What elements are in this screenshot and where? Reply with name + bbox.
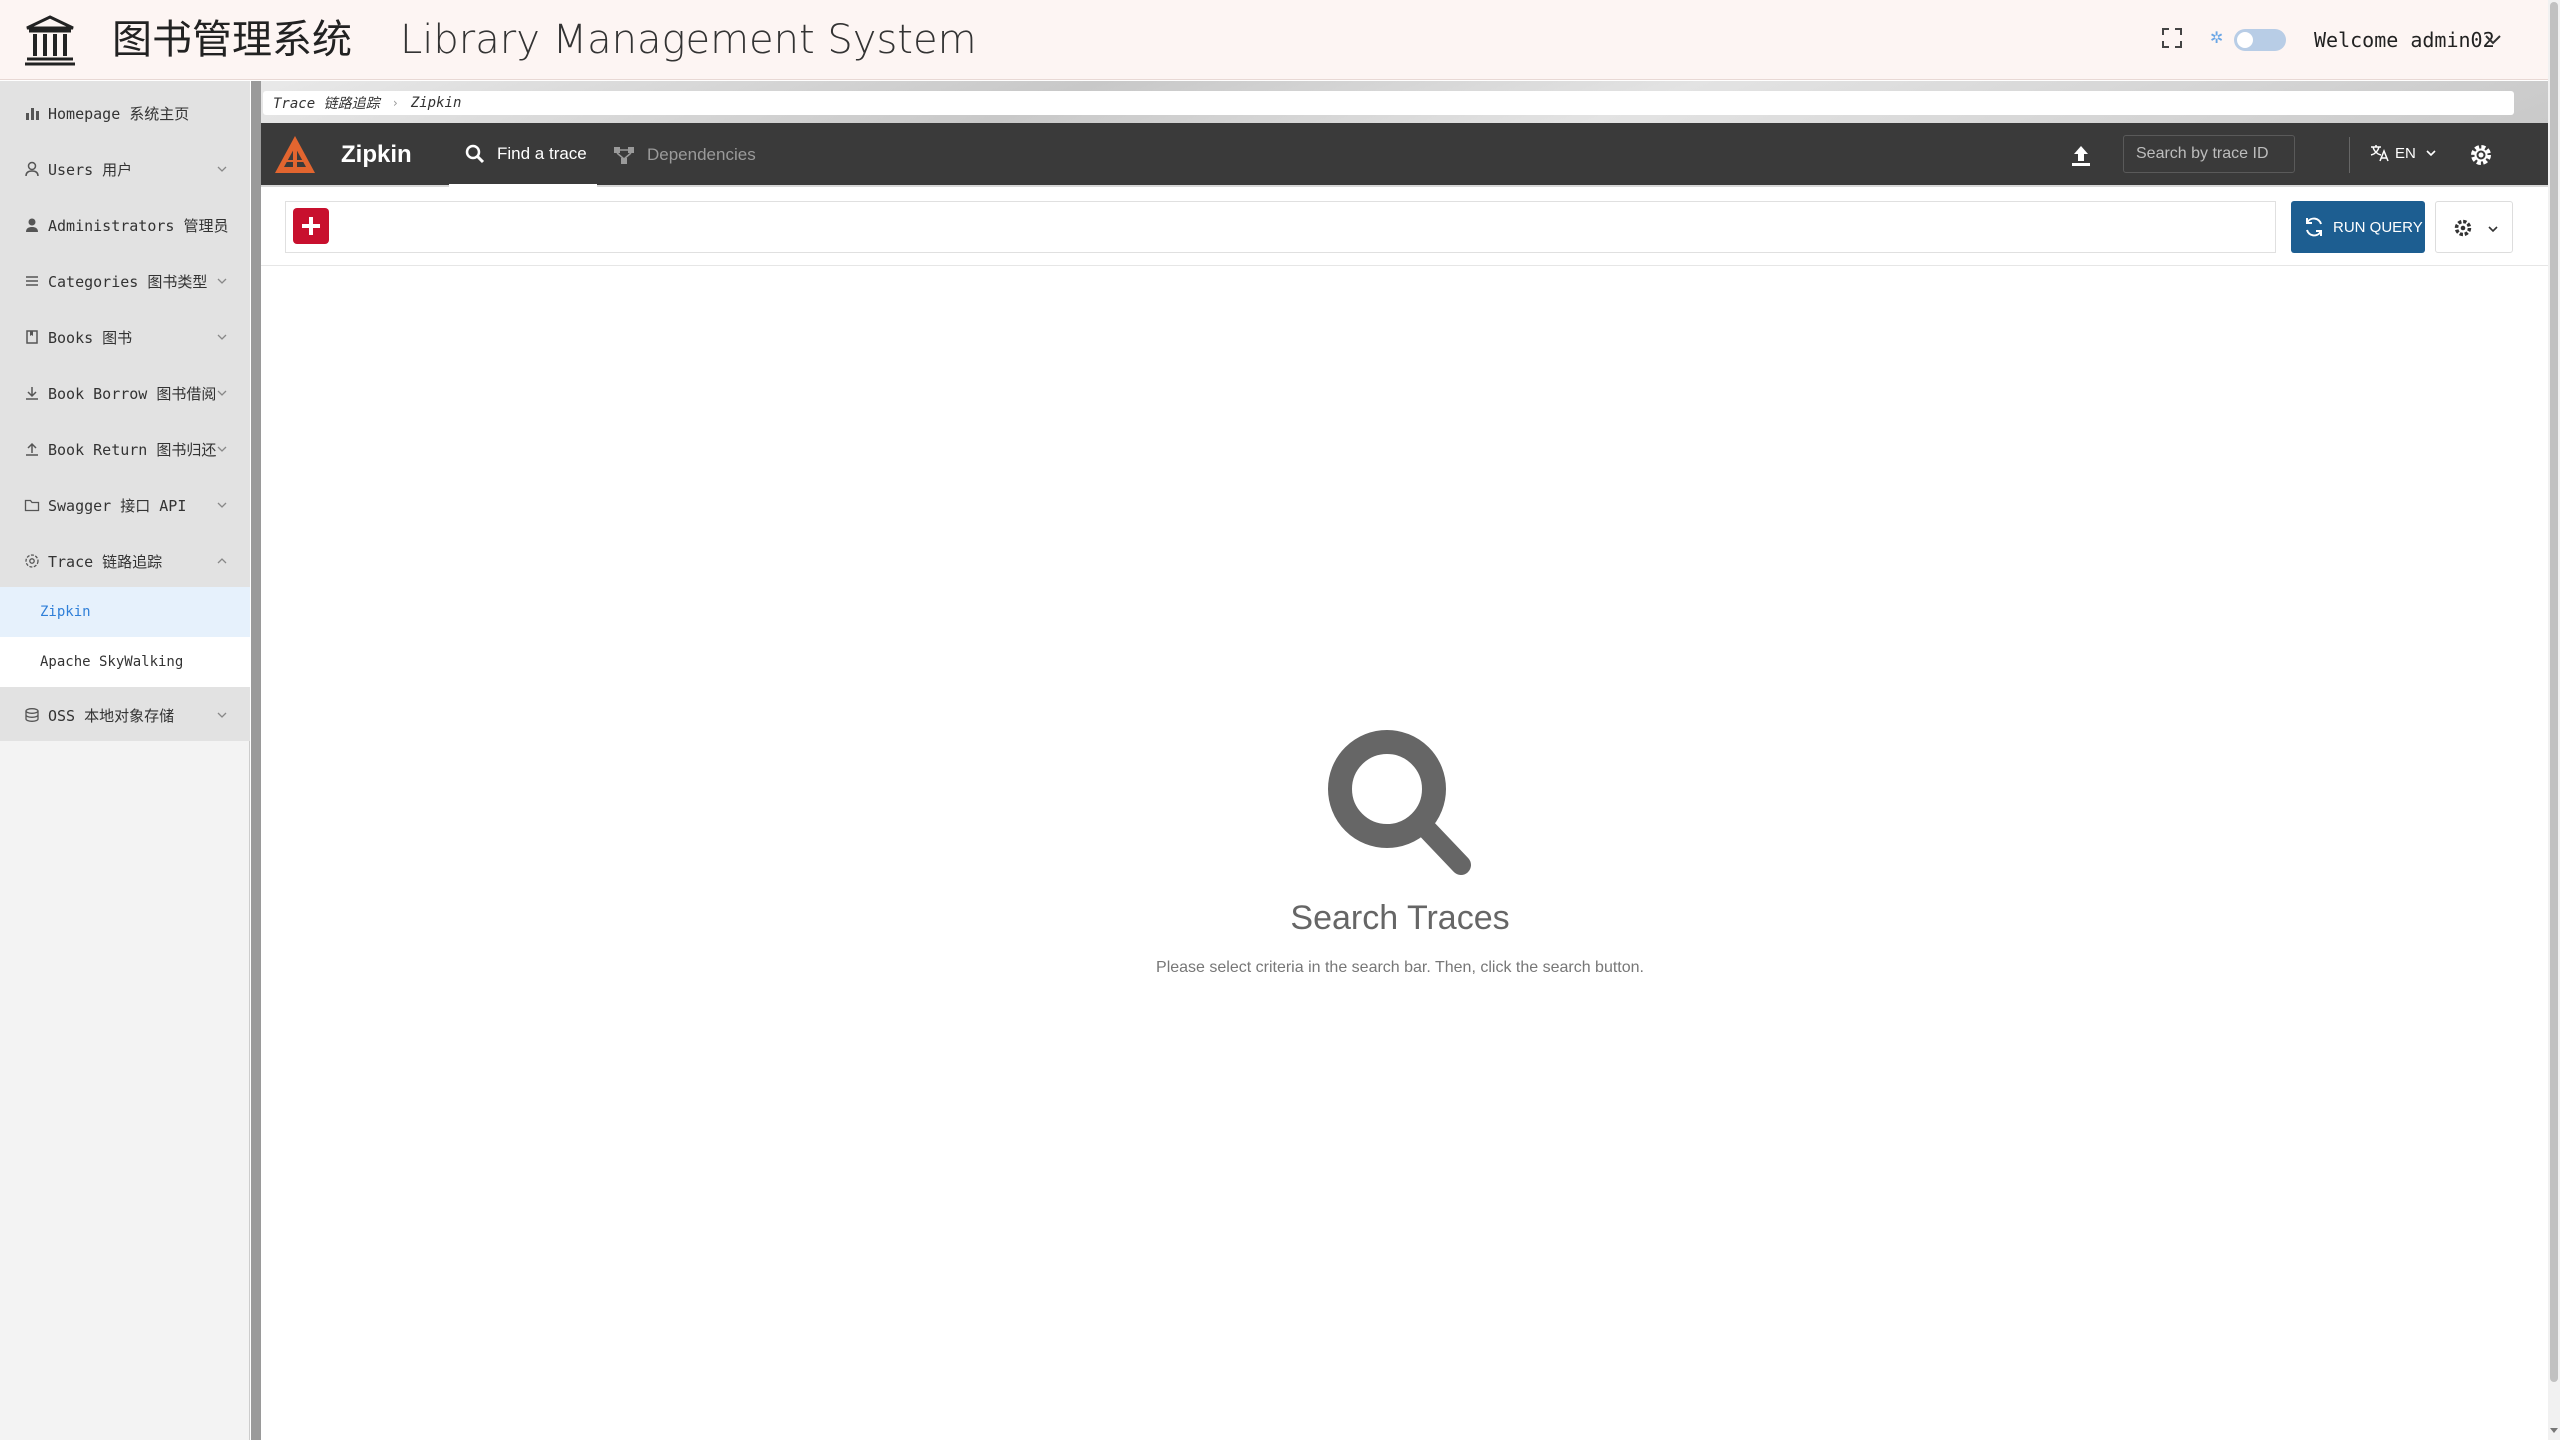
- sidebar-item-label: Trace 链路追踪: [48, 552, 163, 571]
- tab-label: Find a trace: [497, 143, 587, 163]
- breadcrumb: Trace 链路追踪 › Zipkin: [263, 91, 2514, 115]
- sidebar-item-label: Book Return 图书归还: [48, 440, 217, 459]
- add-criteria-button[interactable]: [293, 208, 329, 244]
- sidebar: Homepage 系统主页 Users 用户 Administrators 管理…: [0, 81, 250, 1440]
- chevron-down-icon: [217, 390, 227, 396]
- zipkin-brand[interactable]: Zipkin: [341, 139, 412, 171]
- fullscreen-icon[interactable]: [2160, 26, 2184, 50]
- sidebar-item-label: Swagger 接口 API: [48, 496, 187, 515]
- app-title-english: Library Management System: [400, 17, 977, 63]
- sun-icon: ✲: [2210, 28, 2224, 47]
- sidebar-item-label: Books 图书: [48, 328, 133, 347]
- database-icon: [25, 708, 39, 722]
- tabs-strip: Trace 链路追踪 › Zipkin: [261, 81, 2548, 123]
- sidebar-item-label: OSS 本地对象存储: [48, 706, 175, 725]
- sidebar-resize-gutter: [251, 81, 261, 1440]
- book-icon: [26, 330, 38, 344]
- chevron-up-icon: [217, 558, 227, 564]
- zipkin-logo-icon: [275, 136, 315, 173]
- plus-icon: [302, 217, 320, 235]
- user-icon: [25, 161, 39, 177]
- chevron-down-icon: [217, 278, 227, 284]
- chevron-down-icon: [217, 222, 227, 228]
- welcome-user-menu[interactable]: Welcome admin02: [2314, 24, 2495, 56]
- tab-dependencies[interactable]: Dependencies: [611, 123, 771, 187]
- sidebar-item-label: Book Borrow 图书借阅: [48, 384, 217, 403]
- main-content: Trace 链路追踪 › Zipkin Zipkin Find a trace …: [261, 81, 2548, 1440]
- settings-icon: [25, 554, 39, 568]
- app-title-chinese: 图书管理系统: [112, 17, 352, 63]
- admin-user-icon: [26, 218, 38, 232]
- page-scrollbar[interactable]: [2548, 0, 2560, 1440]
- scrollbar-thumb[interactable]: [2550, 2, 2558, 1382]
- gear-icon: [2454, 219, 2472, 237]
- breadcrumb-item-trace[interactable]: Trace 链路追踪: [273, 93, 380, 113]
- sidebar-item-users[interactable]: Users 用户: [0, 141, 250, 197]
- app-header: 图书管理系统 Library Management System ✲ Welco…: [0, 0, 2548, 80]
- sidebar-item-books[interactable]: Books 图书: [0, 309, 250, 365]
- tab-label: Dependencies: [647, 145, 756, 164]
- zipkin-navbar: Zipkin Find a trace Dependencies EN: [261, 123, 2548, 187]
- theme-toggle[interactable]: [2234, 29, 2286, 51]
- tab-find-a-trace[interactable]: Find a trace: [449, 123, 597, 187]
- settings-gear-icon[interactable]: [2467, 141, 2495, 169]
- sidebar-item-homepage[interactable]: Homepage 系统主页: [0, 85, 250, 141]
- sidebar-subitem-zipkin[interactable]: Zipkin: [0, 587, 250, 637]
- toggle-knob: [2237, 32, 2253, 48]
- bar-chart-icon: [26, 108, 39, 120]
- chevron-down-icon: [217, 502, 227, 508]
- search-icon: [1328, 730, 1471, 875]
- sidebar-item-oss[interactable]: OSS 本地对象存储: [0, 687, 250, 743]
- sidebar-item-label: Homepage 系统主页: [48, 104, 190, 123]
- query-bar-divider: [261, 265, 2548, 266]
- scroll-down-arrow-icon[interactable]: [2548, 1424, 2560, 1436]
- refresh-icon: [2306, 217, 2322, 237]
- sidebar-item-book-return[interactable]: Book Return 图书归还: [0, 421, 250, 477]
- sidebar-subitem-label: Zipkin: [40, 604, 91, 620]
- sidebar-item-label: Users 用户: [48, 160, 133, 179]
- search-icon: [465, 144, 485, 163]
- run-query-label: RUN QUERY: [2333, 218, 2423, 236]
- breadcrumb-item-zipkin: Zipkin: [410, 95, 462, 111]
- download-icon: [26, 387, 38, 400]
- sidebar-subitem-label: Apache SkyWalking: [40, 654, 184, 670]
- empty-state-title: Search Traces: [1290, 899, 1510, 937]
- list-icon: [26, 276, 38, 286]
- folder-icon: [24, 499, 40, 512]
- query-settings-dropdown[interactable]: [2435, 201, 2513, 253]
- breadcrumb-separator-icon: ›: [391, 96, 399, 110]
- translate-icon: [2370, 145, 2389, 162]
- chevron-down-icon: [217, 712, 227, 718]
- chevron-down-icon: [2488, 226, 2498, 233]
- sidebar-subitem-skywalking[interactable]: Apache SkyWalking: [0, 637, 250, 687]
- sidebar-item-categories[interactable]: Categories 图书类型: [0, 253, 250, 309]
- sidebar-item-swagger[interactable]: Swagger 接口 API: [0, 477, 250, 533]
- chevron-down-icon: [217, 446, 227, 452]
- chevron-down-icon[interactable]: [2482, 28, 2504, 50]
- sidebar-item-book-borrow[interactable]: Book Borrow 图书借阅: [0, 365, 250, 421]
- language-label: EN: [2395, 144, 2416, 162]
- sidebar-item-trace[interactable]: Trace 链路追踪: [0, 533, 250, 589]
- chevron-down-icon: [217, 166, 227, 172]
- dependencies-icon: [614, 147, 634, 164]
- query-criteria-bar[interactable]: [285, 201, 2276, 253]
- chevron-down-icon: [2426, 150, 2436, 157]
- empty-state-subtitle: Please select criteria in the search bar…: [1156, 959, 1644, 976]
- upload-icon: [26, 442, 38, 456]
- sidebar-item-label: Administrators 管理员: [48, 216, 229, 235]
- sidebar-item-administrators[interactable]: Administrators 管理员: [0, 197, 250, 253]
- bank-building-icon: [25, 15, 75, 66]
- chevron-down-icon: [217, 334, 227, 340]
- sidebar-item-label: Categories 图书类型: [48, 272, 208, 291]
- navbar-divider: [2349, 137, 2350, 173]
- language-selector[interactable]: EN: [2369, 143, 2438, 163]
- upload-json-icon[interactable]: [2068, 143, 2094, 169]
- run-query-button[interactable]: RUN QUERY: [2291, 201, 2425, 253]
- trace-id-search-input[interactable]: [2123, 135, 2295, 173]
